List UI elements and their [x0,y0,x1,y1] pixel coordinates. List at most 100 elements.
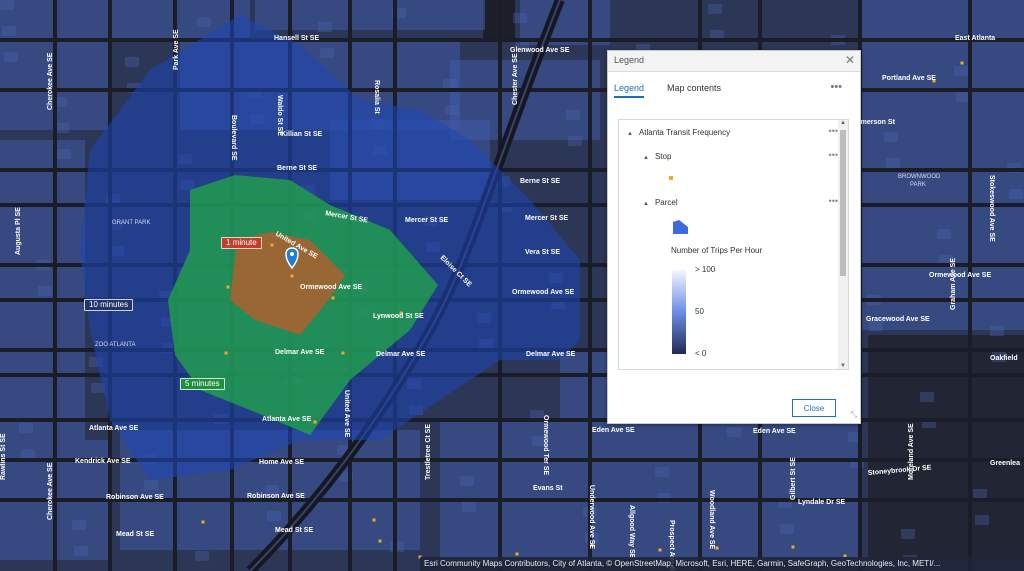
close-button[interactable]: Close [792,399,836,417]
street-label: Robinson Ave SE [247,493,305,500]
scroll-down-icon[interactable]: ▼ [840,363,846,369]
legend-content[interactable]: ▲ Atlanta Transit Frequency ••• ▲ Stop •••… [618,119,849,370]
street-label: Evans St [533,485,563,492]
street-label: Eden Ave SE [592,427,635,434]
street-label: Atlanta Ave SE [262,416,312,423]
legend-scrollbar[interactable]: ▲ ▼ [838,120,848,369]
street-label: Vera St SE [525,249,560,256]
scroll-thumb[interactable] [840,130,846,276]
parcel [144,480,158,490]
street-label: Boulevard SE [230,115,237,161]
parcel [21,449,35,459]
legend-title: Legend [614,55,645,65]
street-label: Ormewood Ave SE [512,289,574,296]
transit-stop[interactable] [372,518,376,522]
parcel [973,489,987,499]
layer-atlanta-transit-frequency[interactable]: ▲ Atlanta Transit Frequency [627,128,730,137]
street-label: United Ave SE [343,390,350,438]
street-label: Mead St SE [116,531,154,538]
parcel [886,158,900,168]
street-label: Oakfield [990,355,1018,362]
scroll-up-icon[interactable]: ▲ [840,120,846,126]
parcel [954,66,968,76]
street-label: Ormewood Ave SE [300,284,362,291]
parcel [990,326,1004,336]
more-options-icon[interactable]: ••• [830,81,842,93]
parcel [125,57,139,67]
street-label: Eden Ave SE [753,428,796,435]
street-label: Gilbert St SE [790,457,797,500]
transit-stop[interactable] [791,545,795,549]
street-label: Chester Ave SE [512,53,519,105]
transit-stop[interactable] [226,285,230,289]
close-icon[interactable]: ✕ [845,53,855,67]
parcel [318,22,332,32]
sublayer-options-icon[interactable]: ••• [829,150,838,160]
street-label: Mead St SE [275,527,313,534]
transit-stop[interactable] [313,420,317,424]
street-label: Mercer St SE [525,215,569,222]
parcel [55,123,69,133]
transit-stop[interactable] [270,243,274,247]
parcel [956,92,970,102]
parcel [566,110,580,120]
street-label: Glenwood Ave SE [510,47,570,54]
collapse-caret-icon[interactable]: ▲ [643,155,649,161]
street-label: Gracewood Ave SE [866,316,930,323]
parcel [197,17,211,27]
collapse-caret-icon[interactable]: ▲ [627,131,633,137]
map-canvas[interactable]: Hansell St SE Glenwood Ave SE Killian St S… [0,0,1024,571]
transit-stop[interactable] [224,351,228,355]
parcel [4,52,18,62]
street-label: Delmar Ave SE [376,351,426,358]
ramp-label-mid: 50 [695,307,704,316]
tab-map-contents[interactable]: Map contents [667,83,721,93]
parcel [513,13,527,23]
parcel [460,476,474,486]
parcel [655,467,669,477]
transit-stop[interactable] [658,548,662,552]
sublayer-options-icon[interactable]: ••• [829,196,838,206]
transit-stop[interactable] [290,274,294,278]
street-label: Mercer St SE [405,217,449,224]
transit-stop[interactable] [960,61,964,65]
street-label: Hansell St SE [274,35,319,42]
street-label: Kendrick Ave SE [75,458,131,465]
street-label: Portland Ave SE [882,75,936,82]
street-label: Emerson St [856,119,896,126]
transit-stop[interactable] [378,539,382,543]
street-label: Woodland Ave SE [708,490,715,550]
street-label: Allgood Way SE [628,505,635,559]
street-label: Robinson Ave SE [106,494,164,501]
street-label: Graham Ave SE [950,258,957,310]
parcel [462,502,476,512]
sublayer-parcel[interactable]: ▲ Parcel [643,198,678,207]
street-label: Augusta Pl SE [15,207,22,255]
collapse-caret-icon[interactable]: ▲ [643,201,649,207]
parcel [1009,189,1023,199]
parcel [975,515,989,525]
street-label: Cherokee Ave SE [47,52,54,110]
transit-stop[interactable] [341,351,345,355]
place-label: BROWNWOOD [898,174,941,180]
transit-stop[interactable] [201,520,205,524]
transit-stop[interactable] [515,552,519,556]
ramp-label-high: > 100 [695,265,716,274]
resize-handle-icon[interactable]: ⤡ [851,410,857,420]
parcel [267,511,281,521]
transit-stop[interactable] [331,296,335,300]
legend-panel: Legend ✕ Legend Map contents ••• ▲ Atlant… [607,50,861,424]
parcel-symbol-icon [673,220,688,234]
sublayer-stop[interactable]: ▲ Stop [643,152,671,161]
parcel [320,48,334,58]
street-label: Waldo St SE [276,95,283,136]
street-label: Park Ave SE [173,29,180,70]
street-label: East Atlanta [955,35,995,42]
layer-name: Atlanta Transit Frequency [638,128,731,137]
parcel [568,136,582,146]
street-label: Rosalia St [373,80,380,115]
street-label: Killian St SE [281,131,323,138]
stop-symbol [669,176,673,180]
tab-legend[interactable]: Legend [614,83,645,98]
layer-options-icon[interactable]: ••• [829,126,838,136]
